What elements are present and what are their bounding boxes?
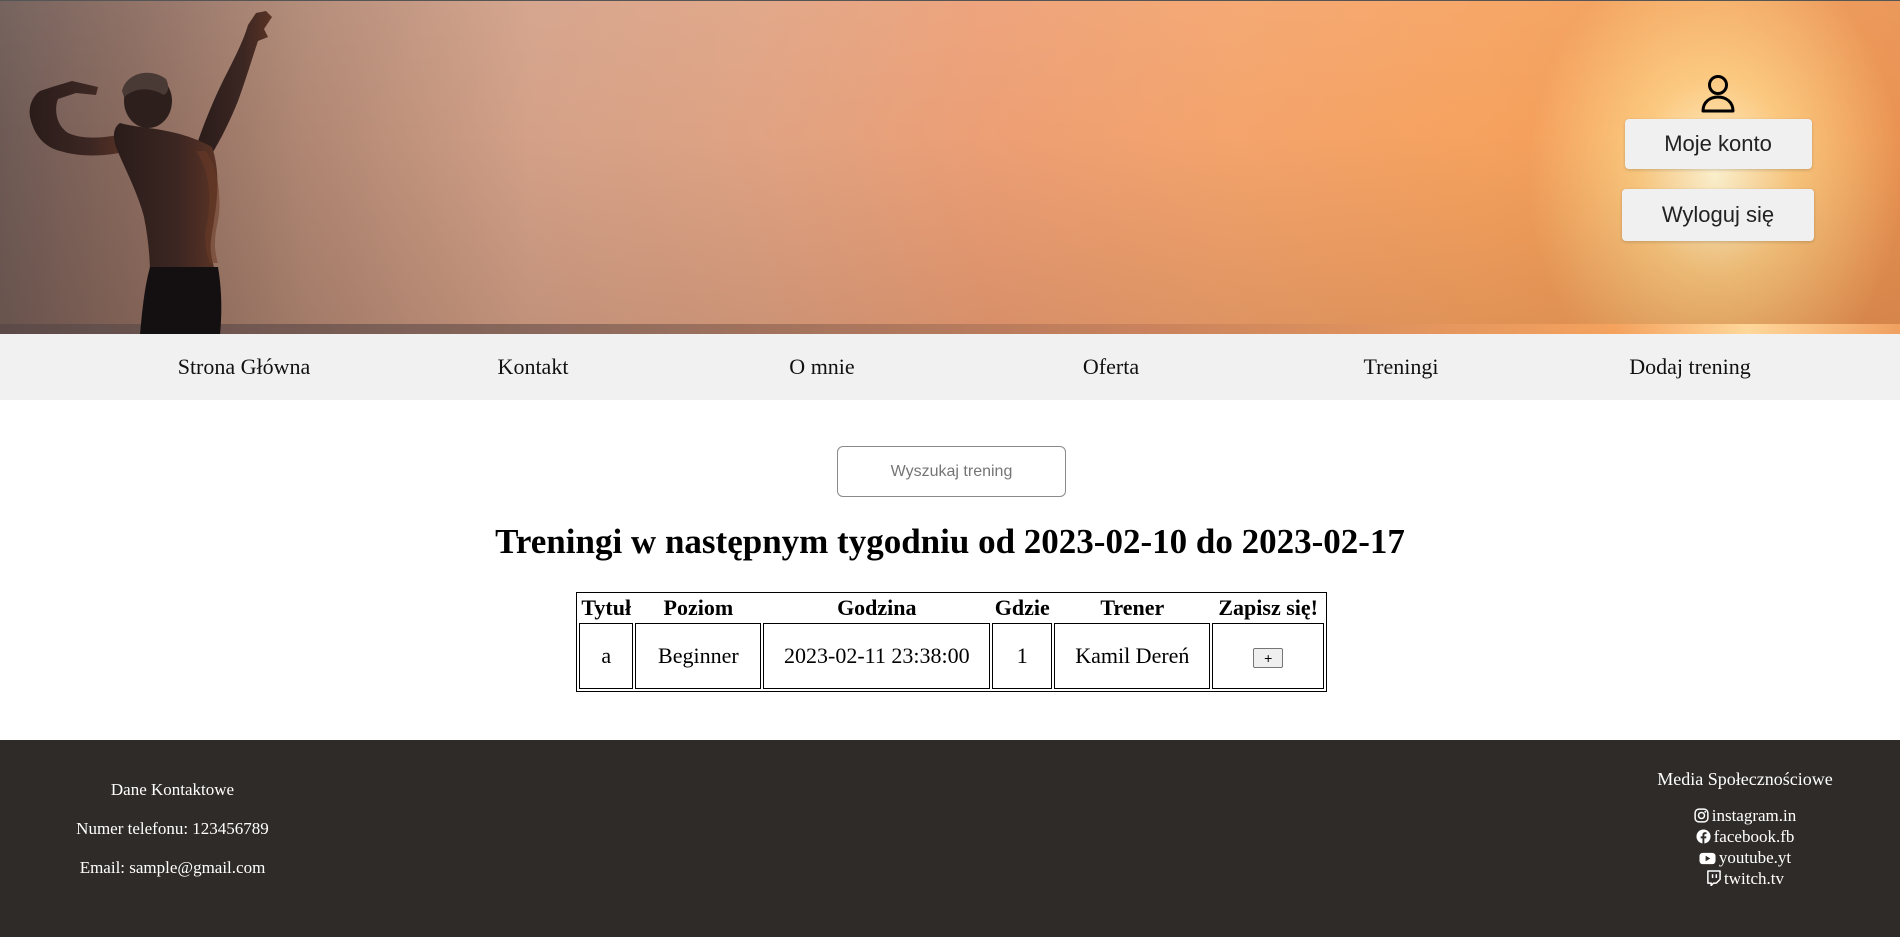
social-label-instagram: instagram.in: [1711, 806, 1797, 825]
signup-button[interactable]: +: [1253, 648, 1284, 668]
social-link-facebook[interactable]: facebook.fb: [1640, 826, 1850, 847]
cell-where: 1: [992, 623, 1053, 689]
nav-item-contact[interactable]: Kontakt: [498, 334, 569, 400]
social-label-twitch: twitch.tv: [1724, 869, 1784, 888]
athlete-silhouette: [29, 11, 272, 334]
social-label-facebook: facebook.fb: [1713, 827, 1795, 846]
twitch-icon: [1707, 870, 1721, 887]
main-nav: Strona Główna Kontakt O mnie Oferta Tren…: [0, 334, 1900, 400]
column-header-trainer: Trener: [1100, 595, 1165, 620]
contact-phone: Numer telefonu: 123456789: [76, 819, 269, 838]
trainings-table: Tytuł Poziom Godzina Gdzie Trener Zapisz…: [576, 592, 1327, 692]
footer: Dane Kontaktowe Numer telefonu: 12345678…: [0, 740, 1900, 937]
cell-title: a: [579, 623, 634, 689]
nav-item-home[interactable]: Strona Główna: [178, 334, 311, 400]
hero-banner: Moje konto Wyloguj się: [0, 0, 1900, 334]
cell-time: 2023-02-11 23:38:00: [763, 623, 991, 689]
nav-item-trainings[interactable]: Treningi: [1364, 334, 1439, 400]
cell-level: Beginner: [635, 623, 762, 689]
column-header-signup: Zapisz się!: [1218, 595, 1318, 620]
column-header-level: Poziom: [663, 595, 734, 620]
contact-email: Email: sample@gmail.com: [79, 858, 266, 877]
page-title: Treningi w następnym tygodniu od 2023-02…: [495, 522, 1405, 561]
contact-section: Dane Kontaktowe Numer telefonu: 12345678…: [60, 780, 285, 897]
social-heading: Media Społecznościowe: [1657, 769, 1833, 789]
social-label-youtube: youtube.yt: [1718, 848, 1792, 867]
cell-signup: +: [1212, 623, 1324, 689]
facebook-icon: [1696, 829, 1711, 844]
account-panel: Moje konto Wyloguj się: [1622, 73, 1814, 261]
cell-trainer: Kamil Dereń: [1054, 623, 1211, 689]
my-account-button[interactable]: Moje konto: [1624, 119, 1812, 169]
nav-item-add-training[interactable]: Dodaj trening: [1629, 334, 1751, 400]
instagram-icon: [1694, 808, 1709, 823]
social-link-twitch[interactable]: twitch.tv: [1640, 868, 1850, 889]
logout-button[interactable]: Wyloguj się: [1622, 189, 1814, 241]
user-icon: [1701, 75, 1735, 113]
social-link-instagram[interactable]: instagram.in: [1640, 805, 1850, 826]
column-header-where: Gdzie: [994, 595, 1050, 620]
table-row: a Beginner 2023-02-11 23:38:00 1 Kamil D…: [579, 623, 1324, 689]
column-header-title: Tytuł: [581, 595, 632, 620]
contact-heading: Dane Kontaktowe: [110, 780, 235, 799]
column-header-time: Godzina: [837, 595, 917, 620]
nav-item-offer[interactable]: Oferta: [1083, 334, 1139, 400]
youtube-icon: [1699, 852, 1716, 865]
nav-item-about[interactable]: O mnie: [789, 334, 854, 400]
table-header-row: Tytuł Poziom Godzina Gdzie Trener Zapisz…: [579, 595, 1324, 621]
search-input[interactable]: [837, 446, 1066, 497]
social-link-youtube[interactable]: youtube.yt: [1640, 847, 1850, 868]
social-section: Media Społecznościowe instagram.in faceb…: [1640, 768, 1850, 889]
